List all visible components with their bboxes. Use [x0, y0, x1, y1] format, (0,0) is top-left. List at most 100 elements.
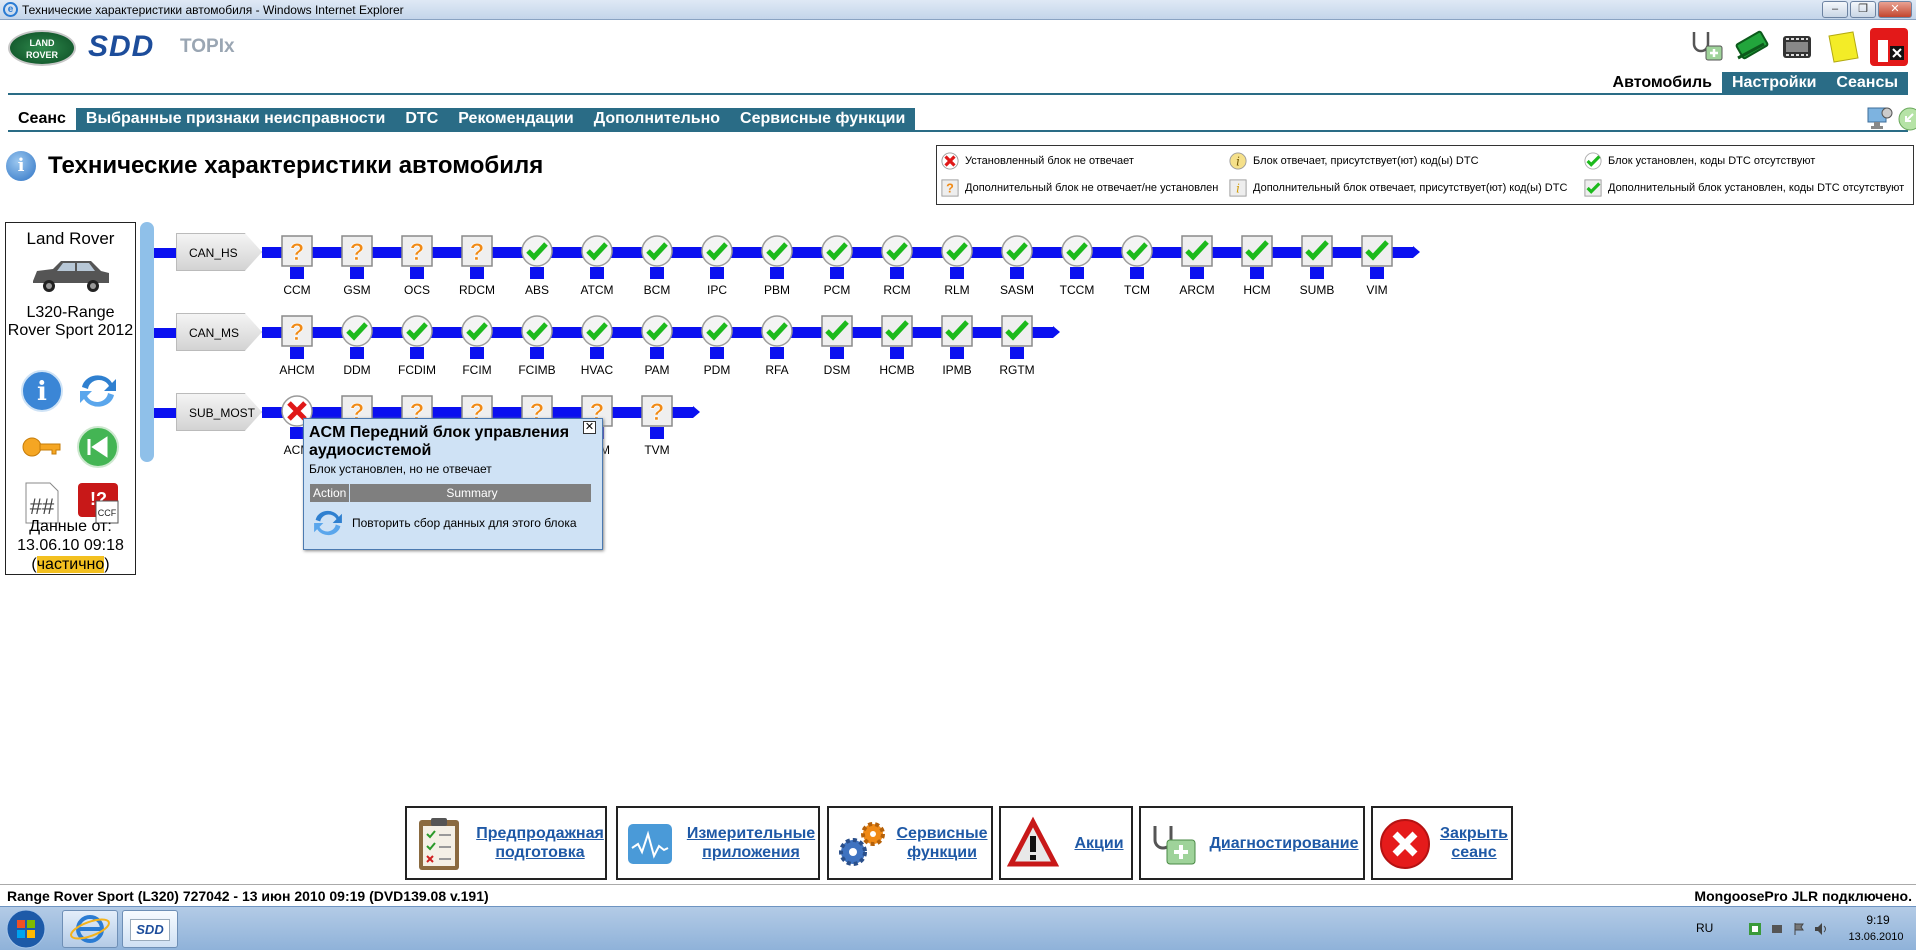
tray-device-icon[interactable] — [1770, 922, 1784, 936]
language-indicator[interactable]: RU — [1696, 921, 1713, 935]
shortcut-close-session[interactable]: Закрыть сеанс — [1371, 806, 1513, 880]
bus-label-can-hs[interactable]: CAN_HS — [176, 233, 262, 271]
module-ipmb[interactable]: IPMB — [931, 315, 983, 381]
tab-symptoms[interactable]: Выбранные признаки неисправности — [75, 108, 396, 130]
tab-service-functions[interactable]: Сервисные функции — [730, 108, 916, 130]
film-reel-icon[interactable] — [1778, 28, 1816, 66]
green-check-icon — [761, 315, 793, 347]
shortcut-label[interactable]: Закрыть сеанс — [1437, 824, 1511, 862]
module-fcim[interactable]: FCIM — [451, 315, 503, 381]
legend-item: Дополнительный блок установлен, коды DTC… — [1584, 179, 1904, 197]
question-box-icon: ? — [281, 315, 313, 347]
rewind-icon[interactable] — [76, 425, 120, 469]
module-rfa[interactable]: RFA — [751, 315, 803, 381]
tab-vehicle[interactable]: Автомобиль — [1602, 72, 1722, 94]
tab-dtc[interactable]: DTC — [395, 108, 449, 130]
module-stem — [710, 347, 724, 359]
module-vim[interactable]: VIM — [1351, 235, 1403, 301]
popup-action-row[interactable]: Повторить сбор данных для этого блока — [310, 504, 592, 542]
shortcut-label[interactable]: Измерительные приложения — [682, 824, 820, 862]
module-rgtm[interactable]: RGTM — [991, 315, 1043, 381]
bus-label-can-ms[interactable]: CAN_MS — [176, 313, 262, 351]
module-name: PCM — [823, 283, 851, 297]
emergency-icon[interactable] — [1870, 28, 1908, 66]
shortcut-diagnostics[interactable]: Диагностирование — [1139, 806, 1365, 880]
module-stem — [1010, 347, 1024, 359]
question-box-icon: ? — [281, 235, 313, 267]
sticky-note-icon[interactable] — [1824, 28, 1862, 66]
module-ddm[interactable]: DDM — [331, 315, 383, 381]
export-arrow-icon[interactable] — [1898, 107, 1916, 131]
tab-sessions[interactable]: Сеансы — [1826, 72, 1908, 94]
module-sumb[interactable]: SUMB — [1291, 235, 1343, 301]
tray-flag-icon[interactable] — [1792, 922, 1806, 936]
module-stem — [1310, 267, 1324, 279]
module-tcm[interactable]: TCM — [1111, 235, 1163, 301]
module-stem — [770, 347, 784, 359]
shortcut-predelivery[interactable]: Предпродажная подготовка — [405, 806, 607, 880]
module-name: BCM — [643, 283, 671, 297]
module-ipc[interactable]: IPC — [691, 235, 743, 301]
module-arcm[interactable]: ARCM — [1171, 235, 1223, 301]
tray-network-icon[interactable] — [1748, 922, 1762, 936]
check-box-icon — [1301, 235, 1333, 267]
sdd-icon: SDD — [130, 919, 170, 941]
module-tvm[interactable]: ? TVM — [631, 395, 683, 461]
pc-camera-icon[interactable] — [1864, 102, 1894, 132]
module-tccm[interactable]: TCCM — [1051, 235, 1103, 301]
clock-time[interactable]: 9:19 — [1848, 913, 1908, 927]
module-rcm[interactable]: RCM — [871, 235, 923, 301]
taskbar-sdd-button[interactable]: SDD — [122, 910, 178, 948]
module-dsm[interactable]: DSM — [811, 315, 863, 381]
refresh-icon[interactable] — [76, 369, 120, 413]
module-rdcm[interactable]: ? RDCM — [451, 235, 503, 301]
module-sasm[interactable]: SASM — [991, 235, 1043, 301]
restore-button[interactable]: ❐ — [1850, 1, 1876, 18]
start-button-icon[interactable] — [6, 909, 46, 949]
shortcut-campaigns[interactable]: Акции — [999, 806, 1133, 880]
module-pcm[interactable]: PCM — [811, 235, 863, 301]
refresh-icon[interactable] — [310, 506, 346, 540]
stethoscope-icon[interactable] — [1686, 28, 1724, 66]
module-gsm[interactable]: ? GSM — [331, 235, 383, 301]
key-icon[interactable] — [20, 425, 64, 469]
popup-close-button[interactable]: ✕ — [583, 421, 596, 434]
module-rlm[interactable]: RLM — [931, 235, 983, 301]
shortcut-service[interactable]: Сервисные функции — [827, 806, 993, 880]
module-ccm[interactable]: ? CCM — [271, 235, 323, 301]
bus-label-sub-most[interactable]: SUB_MOST — [176, 393, 262, 431]
module-hcm[interactable]: HCM — [1231, 235, 1283, 301]
module-bcm[interactable]: BCM — [631, 235, 683, 301]
shortcut-label[interactable]: Диагностирование — [1205, 834, 1363, 853]
legend-item: Блок установлен, коды DTC отсутствуют — [1584, 152, 1815, 170]
shortcut-label[interactable]: Сервисные функции — [893, 824, 991, 862]
module-ahcm[interactable]: ? AHCM — [271, 315, 323, 381]
minimize-button[interactable]: – — [1822, 1, 1848, 18]
module-pam[interactable]: PAM — [631, 315, 683, 381]
close-window-button[interactable]: ✕ — [1878, 1, 1912, 18]
module-pbm[interactable]: PBM — [751, 235, 803, 301]
module-name: PBM — [763, 283, 790, 297]
info-icon[interactable]: i — [20, 369, 64, 413]
taskbar-ie-button[interactable] — [62, 910, 118, 948]
shortcut-measurement[interactable]: Измерительные приложения — [616, 806, 820, 880]
shortcut-label[interactable]: Акции — [1071, 834, 1127, 853]
vci-device-icon[interactable] — [1732, 28, 1770, 66]
module-abs[interactable]: ABS — [511, 235, 563, 301]
shortcut-label[interactable]: Предпродажная подготовка — [473, 824, 607, 862]
module-pdm[interactable]: PDM — [691, 315, 743, 381]
module-hcmb[interactable]: HCMB — [871, 315, 923, 381]
clock-date[interactable]: 13.06.2010 — [1826, 931, 1916, 943]
module-atcm[interactable]: ATCM — [571, 235, 623, 301]
tab-additional[interactable]: Дополнительно — [583, 108, 731, 130]
tab-settings[interactable]: Настройки — [1722, 72, 1827, 94]
module-hvac[interactable]: HVAC — [571, 315, 623, 381]
tab-session[interactable]: Сеанс — [8, 108, 76, 130]
svg-text:?: ? — [470, 239, 485, 266]
module-fcdim[interactable]: FCDIM — [391, 315, 443, 381]
module-stem — [950, 267, 964, 279]
module-name: TVM — [644, 443, 670, 457]
module-fcimb[interactable]: FCIMB — [511, 315, 563, 381]
tab-recommendations[interactable]: Рекомендации — [448, 108, 584, 130]
module-ocs[interactable]: ? OCS — [391, 235, 443, 301]
